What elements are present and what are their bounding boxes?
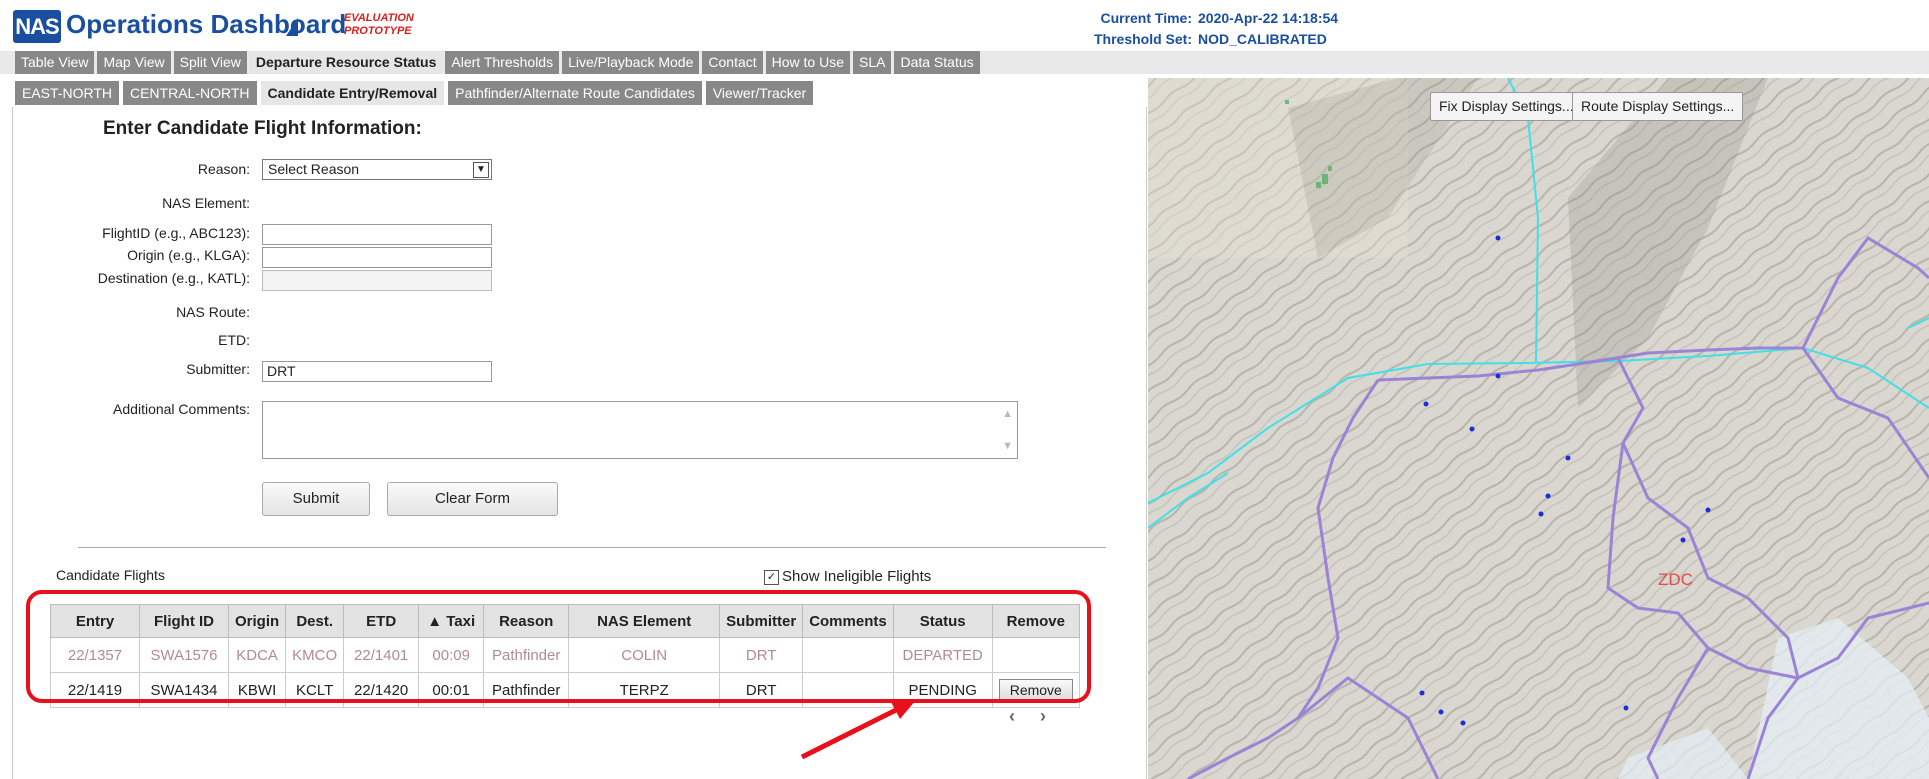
destination-label: Destination (e.g., KATL): <box>97 270 250 286</box>
origin-input[interactable] <box>262 247 492 268</box>
fix-display-settings-button[interactable]: Fix Display Settings... <box>1430 92 1583 121</box>
submitter-input[interactable]: DRT <box>262 361 492 382</box>
show-ineligible-label: Show Ineligible Flights <box>782 568 932 585</box>
show-ineligible-toggle[interactable]: ✓ Show Ineligible Flights <box>764 568 931 585</box>
scroll-up-icon: ▲ <box>1002 408 1013 420</box>
form-title: Enter Candidate Flight Information: <box>103 118 422 139</box>
flight-id-label: FlightID (e.g., ABC123): <box>102 225 250 241</box>
tab-split-view[interactable]: Split View <box>173 51 247 74</box>
app-title: Operations Dashboard <box>66 9 347 39</box>
badge-line-2: PROTOTYPE <box>344 25 412 37</box>
threshold-value: NOD_CALIBRATED <box>1198 31 1327 47</box>
clear-form-button[interactable]: Clear Form <box>387 482 558 516</box>
comments-textarea[interactable]: ▲ ▼ <box>262 401 1018 459</box>
sector-label-zdc: ZDC <box>1658 570 1693 589</box>
nas-logo: NAS <box>13 10 61 43</box>
current-time-label: Current Time: <box>1100 10 1192 26</box>
subtab-candidate-entry-removal[interactable]: Candidate Entry/Removal <box>260 81 445 105</box>
current-time-value: 2020-Apr-22 14:18:54 <box>1198 10 1339 26</box>
reason-select-value: Select Reason <box>268 161 360 177</box>
map-panel[interactable]: Fix Display Settings... Route Display Se… <box>1148 78 1929 779</box>
badge-line-1: EVALUATION <box>344 12 414 24</box>
main-tabs: Table View Map View Split View Departure… <box>15 51 980 74</box>
reason-label: Reason: <box>197 161 250 177</box>
submit-button[interactable]: Submit <box>262 482 370 516</box>
tab-data-status[interactable]: Data Status <box>894 51 980 74</box>
threshold-label: Threshold Set: <box>1093 31 1192 47</box>
table-pager[interactable]: ‹ › <box>1009 706 1056 727</box>
tab-sla[interactable]: SLA <box>853 51 892 74</box>
route-display-settings-button[interactable]: Route Display Settings... <box>1572 92 1744 121</box>
checkbox-checked-icon[interactable]: ✓ <box>764 569 779 585</box>
title-wedge-icon <box>286 18 298 36</box>
subtab-central-north[interactable]: CENTRAL-NORTH <box>122 81 257 105</box>
tab-departure-resource-status[interactable]: Departure Resource Status <box>249 51 443 74</box>
tab-map-view[interactable]: Map View <box>97 51 171 74</box>
tab-live-playback-mode[interactable]: Live/Playback Mode <box>562 51 700 74</box>
app-header: NAS Operations Dashboard EVALUATION PROT… <box>0 0 1929 50</box>
comments-label: Additional Comments: <box>113 401 250 417</box>
etd-label: ETD: <box>218 332 250 348</box>
section-divider <box>78 547 1106 548</box>
subtab-pathfinder-alternate-routes[interactable]: Pathfinder/Alternate Route Candidates <box>448 81 702 105</box>
reason-select[interactable]: Select Reason ▼ <box>262 159 492 180</box>
submitter-label: Submitter: <box>186 361 250 377</box>
sub-tabs: EAST-NORTH CENTRAL-NORTH Candidate Entry… <box>15 81 814 105</box>
tab-contact[interactable]: Contact <box>702 51 763 74</box>
scroll-down-icon: ▼ <box>1002 440 1013 452</box>
destination-input[interactable] <box>262 270 492 291</box>
evaluation-badge: EVALUATION PROTOTYPE <box>344 12 414 38</box>
origin-label: Origin (e.g., KLGA): <box>127 247 250 263</box>
chevron-down-icon: ▼ <box>473 162 489 178</box>
tab-alert-thresholds[interactable]: Alert Thresholds <box>445 51 560 74</box>
flight-id-input[interactable] <box>262 224 492 245</box>
highlight-box <box>26 590 1091 703</box>
nas-element-label: NAS Element: <box>162 195 250 211</box>
subtab-east-north[interactable]: EAST-NORTH <box>15 81 119 105</box>
status-block: Current Time: 2020-Apr-22 14:18:54 Thresh… <box>1076 8 1338 50</box>
subtab-viewer-tracker[interactable]: Viewer/Tracker <box>705 81 814 105</box>
nas-route-label: NAS Route: <box>176 304 250 320</box>
terrain-map[interactable] <box>1148 78 1929 779</box>
tab-how-to-use[interactable]: How to Use <box>765 51 850 74</box>
candidate-flights-label: Candidate Flights <box>56 567 165 583</box>
tab-table-view[interactable]: Table View <box>15 51 95 74</box>
